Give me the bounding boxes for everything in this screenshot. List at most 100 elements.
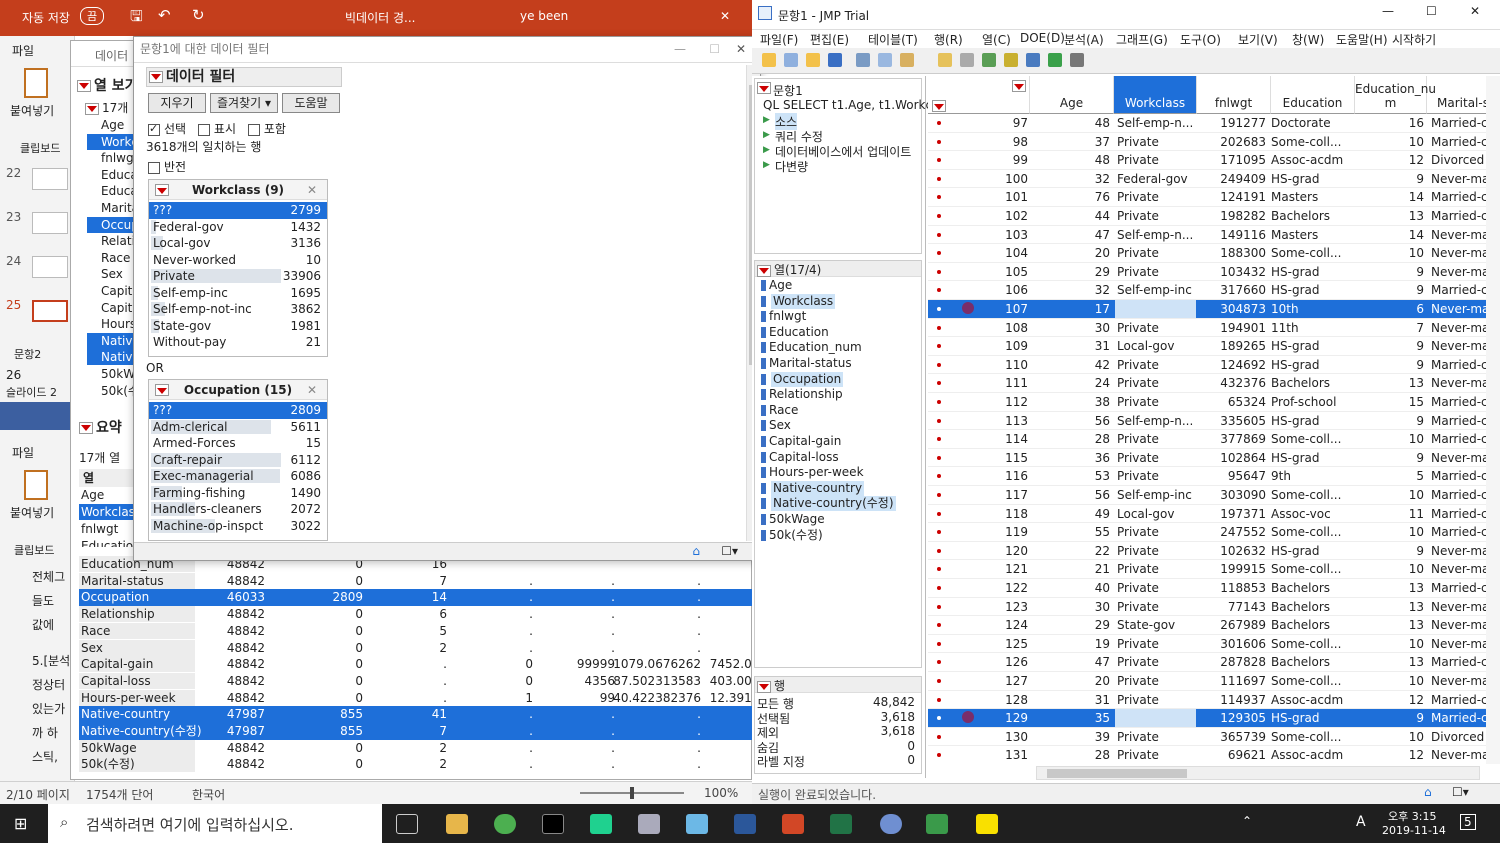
table-cell[interactable]: Married-ci (1431, 525, 1491, 539)
table-cell[interactable]: 9 (1416, 339, 1424, 353)
table-cell[interactable]: Never-ma (1431, 321, 1489, 335)
workclass-panel-header[interactable]: Workclass (9) ✕ (149, 180, 327, 200)
table-cell[interactable]: Private (1117, 748, 1159, 762)
table-cell[interactable]: 120 (1005, 544, 1028, 558)
table-cell[interactable]: HS-grad (1271, 265, 1320, 279)
table-cell[interactable]: 13 (1409, 618, 1424, 632)
column-item[interactable]: Native-country (771, 480, 865, 496)
copy-icon[interactable] (878, 53, 892, 67)
layout-menu-icon[interactable]: ☐▾ (721, 544, 738, 558)
table-cell[interactable]: 131 (1005, 748, 1028, 762)
filter-level-item[interactable]: State-gov 1981 (149, 318, 327, 335)
column-list-item[interactable]: Relationship (87, 233, 133, 249)
table-cell[interactable]: 188300 (1220, 246, 1266, 260)
table-cell[interactable]: 267989 (1220, 618, 1266, 632)
table-cell[interactable]: 9 (1416, 711, 1424, 725)
filter-level-item[interactable]: Self-emp-inc 1695 (149, 285, 327, 302)
table-cell[interactable]: 105 (1005, 265, 1028, 279)
table-cell[interactable]: Married-ci (1431, 432, 1491, 446)
table-cell[interactable]: 432376 (1220, 376, 1266, 390)
table-cell[interactable]: 47 (1095, 655, 1110, 669)
table-cell[interactable]: 7 (1416, 321, 1424, 335)
table-cell[interactable]: 112 (1005, 395, 1028, 409)
table-row[interactable]: 105 29 Private 103432 HS-grad 9 Never-ma (928, 263, 1500, 282)
table-cell[interactable]: 102 (1005, 209, 1028, 223)
table-cell[interactable]: 9 (1416, 544, 1424, 558)
table-cell[interactable]: 29 (1095, 265, 1110, 279)
table-cell[interactable]: 76 (1095, 190, 1110, 204)
grid-icon[interactable] (982, 53, 996, 67)
close-icon[interactable]: ✕ (720, 9, 730, 23)
menu-item[interactable]: 분석(A) (1064, 31, 1104, 48)
table-cell[interactable]: State-gov (1117, 618, 1175, 632)
menu-item[interactable]: 시작하기 (1392, 31, 1436, 48)
table-cell[interactable]: 247552 (1220, 525, 1266, 539)
table-cell[interactable]: 11th (1271, 321, 1299, 335)
script-run-icon[interactable]: ▶ (763, 115, 770, 125)
filter-level-item[interactable]: ??? 2799 (149, 202, 327, 219)
summary-row[interactable]: Relationship 48842 0 6... (79, 606, 761, 623)
menu-item[interactable]: 테이블(T) (868, 31, 918, 48)
script-run-icon[interactable]: ▶ (763, 160, 770, 170)
windows-start-icon[interactable]: ⊞ (14, 814, 27, 833)
table-row[interactable]: 121 21 Private 199915 Some-coll... 10 Never-ma (928, 560, 1500, 579)
filter-level-item[interactable]: Without-pay 21 (149, 334, 327, 351)
table-cell[interactable]: 9 (1416, 283, 1424, 297)
table-cell[interactable]: 44 (1095, 209, 1110, 223)
app-icon[interactable] (686, 814, 708, 834)
excel-icon[interactable] (830, 814, 852, 834)
script-run-icon[interactable]: ▶ (763, 130, 770, 140)
table-cell[interactable]: Private (1117, 600, 1159, 614)
menu-item[interactable]: 보기(V) (1238, 31, 1278, 48)
table-cell[interactable]: 9th (1271, 469, 1291, 483)
table-row[interactable]: 107 17 304873 10th 6 Never-ma (928, 300, 1500, 319)
table-cell[interactable]: 10 (1409, 525, 1424, 539)
table-row[interactable]: 124 29 State-gov 267989 Bachelors 13 Never-ma (928, 616, 1500, 635)
table-cell[interactable]: 107 (1005, 302, 1028, 316)
table-row[interactable]: 111 24 Private 432376 Bachelors 13 Never-ma (928, 374, 1500, 393)
section-label[interactable]: 문항2 (14, 346, 41, 362)
filter-level-item[interactable]: Exec-managerial 6086 (149, 468, 327, 485)
table-cell[interactable]: 104 (1005, 246, 1028, 260)
table-cell[interactable]: Married-ci (1431, 209, 1491, 223)
table-cell[interactable]: 28 (1095, 432, 1110, 446)
table-cell[interactable]: 10 (1409, 674, 1424, 688)
paste-icon[interactable] (24, 68, 48, 98)
chevron-up-icon[interactable]: ⌃ (1242, 814, 1252, 828)
table-cell[interactable]: 17 (1095, 302, 1110, 316)
taskbar-search-box[interactable]: ⌕ 검색하려면 여기에 입력하십시오. (48, 804, 382, 843)
table-row[interactable]: 125 19 Private 301606 Some-coll... 10 Never-ma (928, 635, 1500, 654)
fit-y-by-x-icon[interactable] (1026, 53, 1040, 67)
table-cell[interactable]: Self-emp-n... (1117, 414, 1193, 428)
filter-level-item[interactable]: Handlers-cleaners 2072 (149, 501, 327, 518)
chrome-icon[interactable] (494, 814, 516, 834)
table-row[interactable]: 99 48 Private 171095 Assoc-acdm 12 Divorced (928, 151, 1500, 170)
column-item[interactable]: Capital-loss (769, 450, 839, 465)
table-cell[interactable]: Married-ci (1431, 488, 1491, 502)
table-cell[interactable]: 30 (1095, 600, 1110, 614)
table-cell[interactable]: HS-grad (1271, 358, 1320, 372)
table-cell[interactable]: 10 (1409, 135, 1424, 149)
menu-item[interactable]: 도움말(H) (1336, 31, 1388, 48)
table-cell[interactable]: 125 (1005, 637, 1028, 651)
table-cell[interactable]: Assoc-acdm (1271, 153, 1343, 167)
table-row[interactable]: 119 55 Private 247552 Some-coll... 10 Married-… (928, 523, 1500, 542)
table-cell[interactable]: 110 (1005, 358, 1028, 372)
table-cell[interactable]: 199915 (1220, 562, 1266, 576)
table-cell[interactable]: Some-coll... (1271, 246, 1341, 260)
table-cell[interactable]: 9 (1416, 451, 1424, 465)
table-cell[interactable]: 127 (1005, 674, 1028, 688)
summary-row[interactable]: Capital-gain 48842 0. 0 99999 1079.0676262 745… (79, 656, 767, 673)
table-cell[interactable]: 56 (1095, 488, 1110, 502)
summary-row[interactable]: Capital-loss 48842 0. 0 4356 87.502313583 403.… (79, 672, 767, 690)
table-cell[interactable]: Assoc-acdm (1271, 748, 1343, 762)
filter-level-item[interactable]: Farming-fishing 1490 (149, 485, 327, 502)
jmp-icon[interactable] (926, 814, 948, 834)
file-explorer-icon[interactable] (446, 814, 468, 834)
column-list-item[interactable]: Capital-gain (87, 283, 133, 299)
table-cell[interactable]: 122 (1005, 581, 1028, 595)
table-cell[interactable]: 55 (1095, 525, 1110, 539)
table-cell[interactable]: 12 (1409, 748, 1424, 762)
table-cell[interactable]: 111697 (1220, 674, 1266, 688)
table-row[interactable]: 109 31 Local-gov 189265 HS-grad 9 Never-ma (928, 337, 1500, 356)
